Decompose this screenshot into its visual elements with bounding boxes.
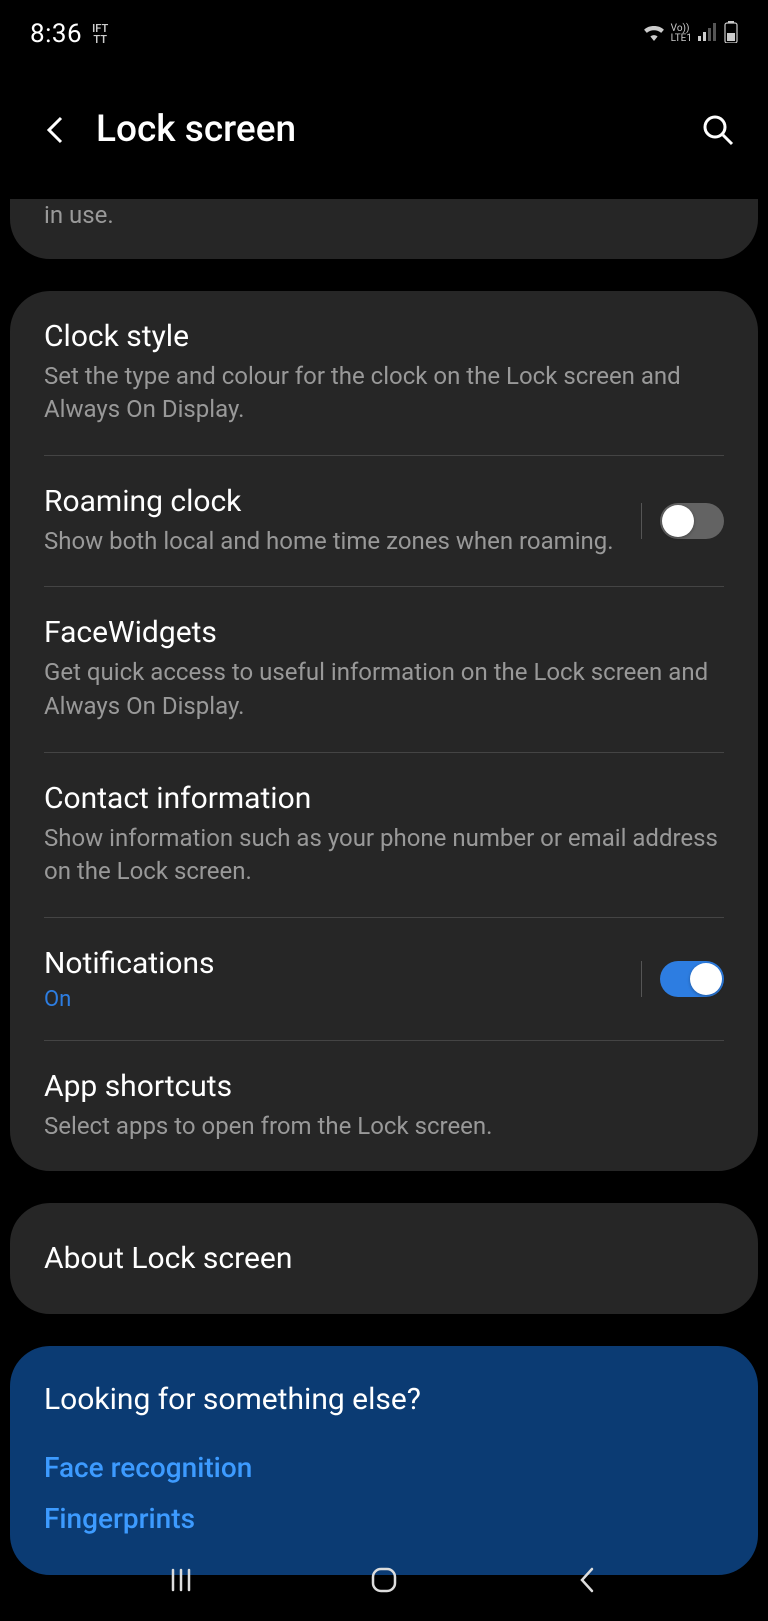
toggle-knob bbox=[662, 505, 694, 537]
signal-icon bbox=[698, 23, 718, 45]
search-button[interactable] bbox=[698, 110, 738, 150]
setting-text: Clock style Set the type and colour for … bbox=[44, 319, 724, 427]
app-shortcuts-title: App shortcuts bbox=[44, 1069, 724, 1104]
status-bar: 8:36 IFT TT Vo)) LTE1 bbox=[0, 0, 768, 68]
contact-info-title: Contact information bbox=[44, 781, 724, 816]
about-title: About Lock screen bbox=[44, 1241, 724, 1276]
status-left: 8:36 IFT TT bbox=[30, 19, 108, 49]
page-title: Lock screen bbox=[96, 108, 672, 151]
toggle-column bbox=[641, 503, 724, 539]
about-row[interactable]: About Lock screen bbox=[10, 1203, 758, 1314]
app-shortcuts-desc: Select apps to open from the Lock screen… bbox=[44, 1110, 724, 1144]
volte-icon: Vo)) LTE1 bbox=[671, 24, 692, 44]
settings-card: Clock style Set the type and colour for … bbox=[10, 291, 758, 1172]
navigation-bar bbox=[0, 1539, 768, 1621]
nav-back-button[interactable] bbox=[564, 1557, 610, 1603]
help-link-fingerprints[interactable]: Fingerprints bbox=[44, 1502, 724, 1535]
nav-home-button[interactable] bbox=[361, 1557, 407, 1603]
help-title: Looking for something else? bbox=[44, 1382, 724, 1417]
status-time: 8:36 bbox=[30, 19, 82, 49]
ift-bottom: TT bbox=[93, 34, 107, 45]
notifications-status: On bbox=[44, 987, 621, 1012]
truncated-text: in use. bbox=[44, 199, 724, 233]
toggle-separator bbox=[641, 503, 642, 539]
toggle-column bbox=[641, 961, 724, 997]
roaming-clock-title: Roaming clock bbox=[44, 484, 621, 519]
roaming-clock-toggle[interactable] bbox=[660, 503, 724, 539]
toggle-knob bbox=[690, 963, 722, 995]
clock-style-title: Clock style bbox=[44, 319, 724, 354]
help-link-face-recognition[interactable]: Face recognition bbox=[44, 1451, 724, 1484]
setting-text: Notifications On bbox=[44, 946, 621, 1012]
contact-info-desc: Show information such as your phone numb… bbox=[44, 822, 724, 889]
setting-text: App shortcuts Select apps to open from t… bbox=[44, 1069, 724, 1144]
truncated-card[interactable]: in use. bbox=[10, 199, 758, 259]
content: in use. Clock style Set the type and col… bbox=[0, 199, 768, 1575]
clock-style-desc: Set the type and colour for the clock on… bbox=[44, 360, 724, 427]
notifications-row[interactable]: Notifications On bbox=[10, 918, 758, 1040]
face-widgets-desc: Get quick access to useful information o… bbox=[44, 656, 724, 723]
setting-text: Contact information Show information suc… bbox=[44, 781, 724, 889]
clock-style-row[interactable]: Clock style Set the type and colour for … bbox=[10, 291, 758, 455]
app-header: Lock screen bbox=[0, 68, 768, 199]
nav-recents-button[interactable] bbox=[158, 1557, 204, 1603]
face-widgets-row[interactable]: FaceWidgets Get quick access to useful i… bbox=[10, 587, 758, 751]
setting-text: About Lock screen bbox=[44, 1241, 724, 1276]
toggle-separator bbox=[641, 961, 642, 997]
face-widgets-title: FaceWidgets bbox=[44, 615, 724, 650]
status-right: Vo)) LTE1 bbox=[643, 21, 738, 47]
volte-bottom: LTE1 bbox=[671, 34, 692, 44]
battery-icon bbox=[724, 21, 738, 47]
setting-text: Roaming clock Show both local and home t… bbox=[44, 484, 621, 559]
about-card: About Lock screen bbox=[10, 1203, 758, 1314]
notifications-title: Notifications bbox=[44, 946, 621, 981]
ift-icon: IFT TT bbox=[92, 23, 108, 45]
contact-info-row[interactable]: Contact information Show information suc… bbox=[10, 753, 758, 917]
app-shortcuts-row[interactable]: App shortcuts Select apps to open from t… bbox=[10, 1041, 758, 1172]
notifications-toggle[interactable] bbox=[660, 961, 724, 997]
roaming-clock-desc: Show both local and home time zones when… bbox=[44, 525, 621, 559]
roaming-clock-row[interactable]: Roaming clock Show both local and home t… bbox=[10, 456, 758, 587]
setting-text: FaceWidgets Get quick access to useful i… bbox=[44, 615, 724, 723]
back-button[interactable] bbox=[40, 115, 70, 145]
wifi-icon bbox=[643, 23, 665, 45]
